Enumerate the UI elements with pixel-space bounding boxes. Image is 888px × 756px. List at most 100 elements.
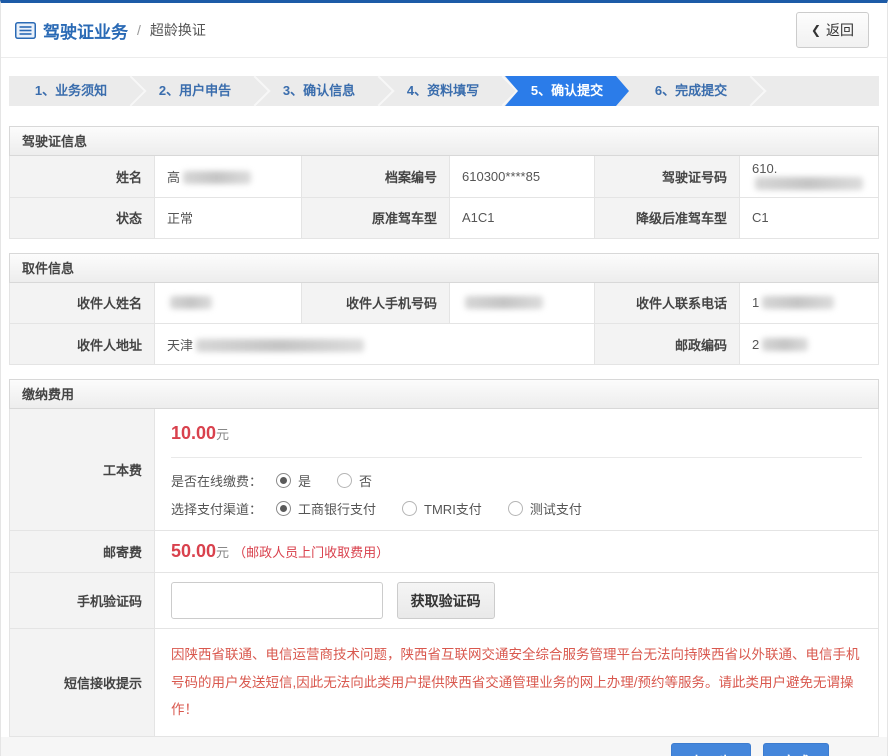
license-no-value: 610. [740,156,879,197]
radio-checked-icon[interactable] [276,501,291,516]
status-value: 正常 [155,197,302,238]
fee-section-title: 缴纳费用 [9,379,879,409]
table-row: 收件人姓名 收件人手机号码 收件人联系电话 1 [10,283,879,324]
online-pay-line: 是否在线缴费： 是 否 [171,471,862,490]
name-label: 姓名 [10,156,155,197]
postage-fee-note: （邮政人员上门收取费用） [233,545,389,560]
tab-step-4[interactable]: 4、资料填写 [381,76,505,106]
name-value: 高 [155,156,302,197]
online-pay-yes-option[interactable]: 是 [276,471,311,490]
breadcrumb-separator: / [137,22,141,38]
recipient-name-value [155,283,302,324]
postage-fee-row: 邮寄费 50.00元 （邮政人员上门收取费用） [10,531,879,573]
license-no-label: 驾驶证号码 [595,156,740,197]
channel-icbc-label: 工商银行支付 [298,499,376,518]
channel-tmri-option[interactable]: TMRI支付 [402,499,482,518]
channel-tmri-label: TMRI支付 [424,499,482,518]
postcode-value: 2 [740,324,879,365]
sms-code-row: 手机验证码 获取验证码 [10,573,879,629]
sms-notice-label: 短信接收提示 [10,629,155,737]
page-header: 驾驶证业务 / 超龄换证 ❮ 返回 [1,3,887,58]
sms-notice-row: 短信接收提示 因陕西省联通、电信运营商技术问题，陕西省互联网交通安全综合服务管理… [10,629,879,737]
page: 驾驶证业务 / 超龄换证 ❮ 返回 1、业务须知 2、用户申告 3、确认信息 4… [0,0,888,756]
postage-fee-amount: 50.00 [171,541,216,561]
recipient-address-label: 收件人地址 [10,324,155,365]
downgrade-class-label: 降级后准驾车型 [595,197,740,238]
production-fee-cell: 10.00元 是否在线缴费： 是 否 [155,409,879,531]
license-info-section: 驾驶证信息 姓名 高 档案编号 610300****85 驾驶证号码 610. … [9,126,879,239]
recipient-name-label: 收件人姓名 [10,283,155,324]
sms-code-label: 手机验证码 [10,573,155,629]
pickup-section-title: 取件信息 [9,253,879,283]
redacted-recipient-name [170,296,212,309]
recipient-phone-label: 收件人联系电话 [595,283,740,324]
tab-step-6[interactable]: 6、完成提交 [629,76,753,106]
redacted-recipient-phone [762,296,834,309]
sms-code-input[interactable] [171,582,383,619]
production-fee-amount: 10.00 [171,423,216,443]
tab-step-5-active[interactable]: 5、确认提交 [505,76,629,106]
breadcrumb: 驾驶证业务 / 超龄换证 [15,18,206,43]
table-row: 状态 正常 原准驾车型 A1C1 降级后准驾车型 C1 [10,197,879,238]
sms-notice-text: 因陕西省联通、电信运营商技术问题，陕西省互联网交通安全综合服务管理平台无法向持陕… [171,641,860,724]
file-no-value: 610300****85 [450,156,595,197]
license-info-table: 姓名 高 档案编号 610300****85 驾驶证号码 610. 状态 正常 … [9,156,879,239]
online-pay-no-option[interactable]: 否 [337,471,372,490]
online-pay-yes-label: 是 [298,471,311,490]
downgrade-class-value: C1 [740,197,879,238]
production-fee-amount-line: 10.00元 [171,423,862,444]
table-row: 姓名 高 档案编号 610300****85 驾驶证号码 610. [10,156,879,197]
production-fee-row: 工本费 10.00元 是否在线缴费： 是 否 [10,409,879,531]
redacted-name [183,171,251,184]
tab-step-3[interactable]: 3、确认信息 [257,76,381,106]
tab-step-1[interactable]: 1、业务须知 [9,76,133,106]
radio-checked-icon[interactable] [276,473,291,488]
sms-code-cell: 获取验证码 [155,573,879,629]
pickup-info-section: 取件信息 收件人姓名 收件人手机号码 收件人联系电话 1 收件人地址 天津 邮政… [9,253,879,366]
pay-channel-caption: 选择支付渠道： [171,499,262,518]
online-pay-no-label: 否 [359,471,372,490]
orig-class-label: 原准驾车型 [302,197,450,238]
channel-test-option[interactable]: 测试支付 [508,499,582,518]
step-tabs: 1、业务须知 2、用户申告 3、确认信息 4、资料填写 5、确认提交 6、完成提… [9,76,879,106]
page-subtitle: 超龄换证 [150,20,206,40]
postage-fee-cell: 50.00元 （邮政人员上门收取费用） [155,531,879,573]
tab-step-2[interactable]: 2、用户申告 [133,76,257,106]
redacted-recipient-mobile [465,296,543,309]
fee-table: 工本费 10.00元 是否在线缴费： 是 否 [9,409,879,737]
redacted-recipient-address [196,339,364,352]
production-fee-label: 工本费 [10,409,155,531]
back-button-label: 返回 [826,20,854,40]
table-row: 收件人地址 天津 邮政编码 2 [10,324,879,365]
postage-fee-unit: 元 [216,545,229,560]
status-label: 状态 [10,197,155,238]
postage-fee-label: 邮寄费 [10,531,155,573]
orig-class-value: A1C1 [450,197,595,238]
pickup-info-table: 收件人姓名 收件人手机号码 收件人联系电话 1 收件人地址 天津 邮政编码 2 [9,283,879,366]
license-section-title: 驾驶证信息 [9,126,879,156]
production-fee-unit: 元 [216,427,229,442]
radio-unchecked-icon[interactable] [402,501,417,516]
fee-section: 缴纳费用 工本费 10.00元 是否在线缴费： 是 [9,379,879,737]
prev-step-button[interactable]: 上一步 [671,743,751,756]
divider [171,457,862,458]
business-list-icon [15,22,36,39]
recipient-mobile-value [450,283,595,324]
file-no-label: 档案编号 [302,156,450,197]
channel-test-label: 测试支付 [530,499,582,518]
finish-button[interactable]: 完成 [763,743,829,756]
sms-notice-cell: 因陕西省联通、电信运营商技术问题，陕西省互联网交通安全综合服务管理平台无法向持陕… [155,629,879,737]
chevron-left-icon: ❮ [811,23,821,37]
radio-unchecked-icon[interactable] [337,473,352,488]
footer-action-bar: 上一步 完成 [1,737,887,756]
redacted-postcode [762,338,808,351]
online-pay-caption: 是否在线缴费： [171,471,262,490]
back-button[interactable]: ❮ 返回 [796,12,869,48]
radio-unchecked-icon[interactable] [508,501,523,516]
recipient-phone-value: 1 [740,283,879,324]
get-code-button[interactable]: 获取验证码 [397,582,495,619]
channel-icbc-option[interactable]: 工商银行支付 [276,499,376,518]
postcode-label: 邮政编码 [595,324,740,365]
recipient-address-value: 天津 [155,324,595,365]
pay-channel-line: 选择支付渠道： 工商银行支付 TMRI支付 测试支付 [171,499,862,518]
